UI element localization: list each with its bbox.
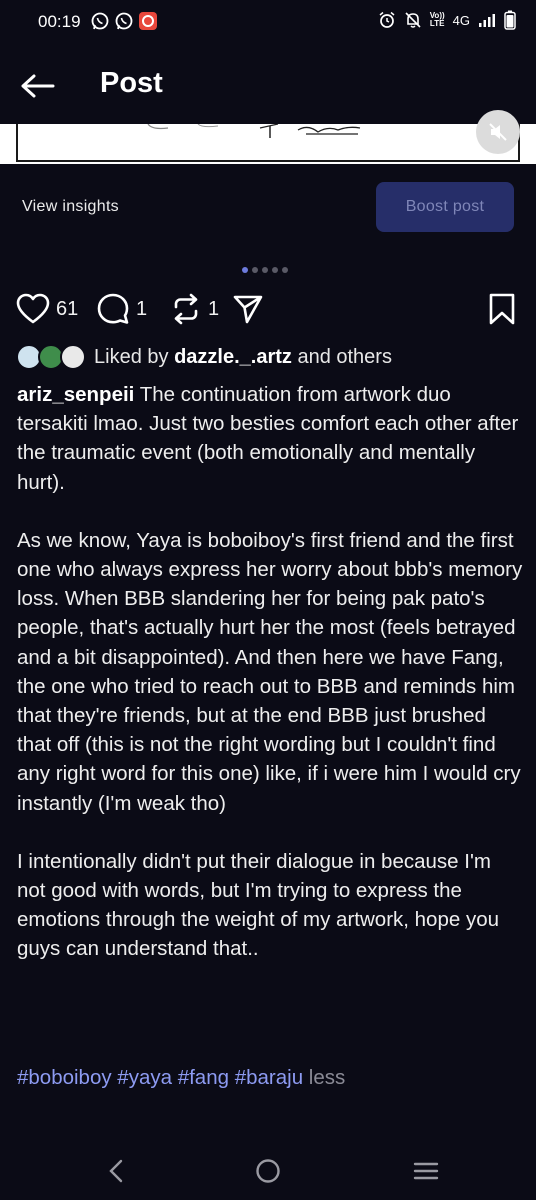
alarm-icon [379,11,395,28]
mute-icon [489,123,507,141]
post-image[interactable] [0,124,536,164]
volte-line2: LTE [429,19,445,28]
share-button[interactable] [232,293,264,325]
nav-home-button[interactable] [250,1156,286,1186]
carousel-dot [282,267,288,273]
artwork-sketch [147,124,361,138]
status-time: 00:19 [38,12,81,31]
comment-button[interactable]: 1 [96,293,147,325]
less-link[interactable]: less [303,1066,345,1089]
muted-bell-icon [405,12,421,28]
whatsapp-icon [115,12,133,30]
status-right: Vo)) LTE 4G [378,10,516,30]
whatsapp-icon [91,12,109,30]
carousel-indicator [242,267,288,273]
caption-username[interactable]: ariz_senpeii [17,383,134,406]
repost-button[interactable]: 1 [170,293,219,325]
caption-paragraph: I intentionally didn't put their dialogu… [17,849,505,961]
carousel-dot [252,267,258,273]
hashtags[interactable]: #boboiboy #yaya #fang #baraju [17,1066,303,1089]
share-icon [233,295,263,324]
comment-icon [97,293,129,324]
save-button[interactable] [488,293,516,325]
back-arrow-icon [21,74,55,98]
volte-badge: Vo)) LTE [430,12,445,28]
repost-icon [174,293,198,325]
home-circle-icon [256,1159,280,1183]
menu-lines-icon [413,1162,439,1180]
mute-button[interactable] [476,110,520,154]
image-frame [16,124,520,162]
nav-recents-button[interactable] [408,1156,444,1186]
carousel-dot [272,267,278,273]
status-bar: 00:19 Vo)) LTE 4G [0,0,536,46]
network-type: 4G [452,12,470,28]
hashtag-line: #boboiboy #yaya #fang #baraju less [17,1066,345,1090]
signal-icon [479,14,495,27]
notification-icons [90,11,158,31]
comment-count: 1 [136,297,148,320]
app-notification-icon [139,12,157,30]
battery-icon [504,10,516,30]
caption-paragraph: ariz_senpeii The continuation from artwo… [17,380,523,497]
caption-paragraph: As we know, Yaya is boboiboy's first fri… [17,528,528,815]
carousel-dot [262,267,268,273]
view-insights-link[interactable]: View insights [22,198,119,216]
repost-count: 1 [208,297,220,320]
chevron-left-icon [109,1159,123,1183]
navigation-bar [0,1140,536,1200]
back-button[interactable] [18,66,58,106]
like-button[interactable]: 61 [16,293,78,325]
bookmark-icon [489,293,515,325]
app-header: Post [0,46,536,124]
post-caption: ariz_senpeii The continuation from artwo… [17,354,523,964]
like-count: 61 [56,297,79,320]
page-title: Post [100,67,163,99]
boost-post-button[interactable]: Boost post [376,182,514,232]
carousel-dot [242,267,248,273]
nav-back-button[interactable] [98,1156,134,1186]
heart-icon [16,293,50,324]
post-actions: 61 1 1 [14,290,524,330]
